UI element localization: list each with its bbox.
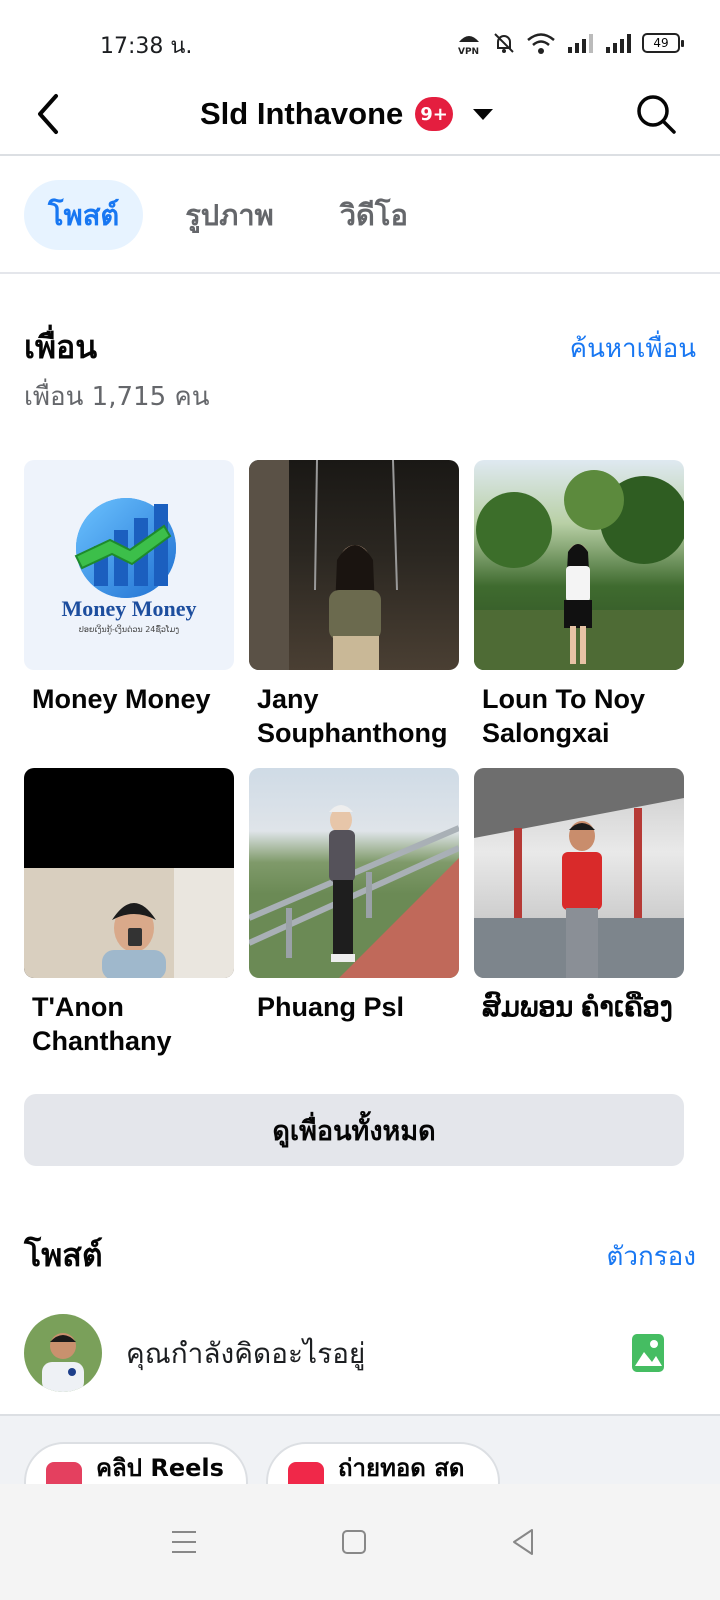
friend-card[interactable]: T'Anon Chanthany [24, 768, 234, 1058]
vpn-icon: VPN [458, 36, 479, 56]
divider [0, 272, 720, 274]
home-button[interactable] [334, 1522, 374, 1562]
status-time: 17:38 น. [100, 34, 193, 59]
friend-photo[interactable]: Money Money ປອຍເງິນກູ້-ເງິນດ່ວນ 24ຊົ່ວໂມ… [24, 460, 234, 670]
friend-name[interactable]: ສົມພອນ ຄຳເຄືອງ [474, 990, 684, 1024]
home-square-icon [342, 1530, 366, 1554]
signal-icon [606, 34, 631, 53]
battery-level: 49 [653, 36, 669, 50]
search-button[interactable] [634, 92, 678, 136]
friend-card[interactable]: Loun To Noy Salongxai [474, 460, 684, 750]
friend-photo[interactable] [474, 768, 684, 978]
friends-grid: Money Money ປອຍເງິນກູ້-ເງິນດ່ວນ 24ຊົ່ວໂມ… [24, 460, 684, 1058]
create-options-strip: คลิป Reels ถ่ายทอด สด [0, 1414, 720, 1484]
live-video-chip-label: ถ่ายทอด สด [338, 1454, 465, 1482]
person-photo [24, 868, 234, 978]
reels-chip[interactable]: คลิป Reels [24, 1442, 248, 1484]
caret-down-icon [472, 108, 493, 120]
profile-name: Sld Inthavone [200, 96, 404, 131]
menu-button[interactable] [164, 1522, 204, 1562]
friend-photo[interactable] [249, 460, 459, 670]
signal-icon [568, 34, 593, 53]
tab-photos[interactable]: รูปภาพ [161, 180, 298, 250]
money-logo-image: Money Money ປອຍເງິນກູ້-ເງິນດ່ວນ 24ຊົ່ວໂມ… [61, 498, 197, 635]
bell-off-icon [494, 33, 514, 53]
person-photo [474, 768, 684, 978]
find-friends-link[interactable]: ค้นหาเพื่อน [570, 328, 696, 369]
friend-name[interactable]: Loun To Noy Salongxai [474, 682, 684, 750]
composer-placeholder[interactable]: คุณกำลังคิดอะไรอยู่ [126, 1332, 365, 1376]
friend-name[interactable]: Phuang Psl [249, 990, 459, 1024]
friends-count: เพื่อน 1,715 คน [24, 382, 210, 412]
filter-link[interactable]: ตัวกรอง [606, 1236, 696, 1277]
back-button[interactable] [30, 92, 70, 136]
wifi-icon [527, 33, 555, 54]
friends-section-title: เพื่อน [24, 328, 98, 366]
friend-name[interactable]: T'Anon Chanthany [24, 990, 234, 1058]
friend-card[interactable]: Jany Souphanthong [249, 460, 459, 750]
reels-icon [46, 1462, 82, 1484]
tab-videos[interactable]: วิดีโอ [316, 180, 432, 250]
chevron-left-icon [38, 94, 58, 134]
avatar[interactable] [24, 1314, 102, 1392]
friend-name[interactable]: Jany Souphanthong [249, 682, 459, 750]
person-photo [249, 805, 459, 978]
system-nav-bar [0, 1484, 720, 1600]
friend-card[interactable]: Money Money ປອຍເງິນກູ້-ເງິນດ່ວນ 24ຊົ່ວໂມ… [24, 460, 234, 750]
back-triangle-icon [513, 1529, 533, 1555]
live-video-chip[interactable]: ถ่ายทอด สด [266, 1442, 500, 1484]
friend-photo[interactable] [474, 460, 684, 670]
photo-icon [632, 1334, 664, 1372]
friend-photo[interactable] [249, 768, 459, 978]
battery-icon: 49 [642, 33, 684, 53]
notification-badge: 9+ [415, 97, 453, 131]
reels-chip-label: คลิป Reels [96, 1454, 224, 1482]
posts-section-title: โพสต์ [24, 1236, 103, 1274]
friend-card[interactable]: ສົມພອນ ຄຳເຄືອງ [474, 768, 684, 1058]
logo-subtext: ປອຍເງິນກູ້-ເງິນດ່ວນ 24ຊົ່ວໂມງ [79, 624, 179, 635]
friend-name[interactable]: Money Money [24, 682, 234, 716]
back-nav-button[interactable] [504, 1522, 544, 1562]
tab-posts[interactable]: โพสต์ [24, 180, 144, 250]
svg-text:VPN: VPN [458, 47, 479, 56]
person-photo [249, 460, 398, 670]
avatar-image [24, 1314, 102, 1392]
menu-icon [172, 1531, 196, 1553]
status-icons: VPN 49 [456, 30, 684, 56]
status-bar: 17:38 น. VPN 49 [0, 0, 720, 80]
live-video-icon [288, 1462, 324, 1484]
profile-header: Sld Inthavone 9+ [0, 78, 720, 156]
photo-button[interactable] [632, 1334, 664, 1372]
friend-card[interactable]: Phuang Psl [249, 768, 459, 1058]
logo-text: Money Money [61, 596, 196, 621]
see-all-friends-button[interactable]: ดูเพื่อนทั้งหมด [24, 1094, 684, 1166]
friend-photo[interactable] [24, 768, 234, 978]
person-photo [474, 470, 684, 670]
profile-switcher[interactable]: Sld Inthavone 9+ [200, 96, 493, 132]
post-composer[interactable]: คุณกำลังคิดอะไรอยู่ [24, 1314, 684, 1394]
profile-tabs: โพสต์ รูปภาพ วิดีโอ [24, 180, 432, 250]
search-icon [637, 95, 676, 134]
